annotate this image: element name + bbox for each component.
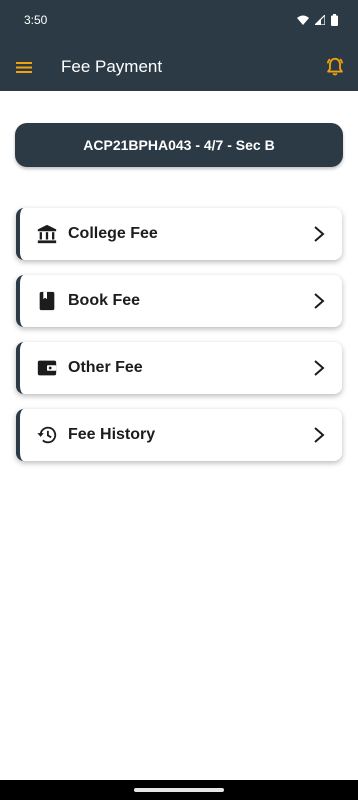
chevron-right-icon — [314, 293, 325, 309]
status-bar: 3:50 — [0, 0, 358, 40]
wallet-icon — [36, 357, 58, 379]
signal-icon — [315, 15, 325, 25]
chevron-right-icon — [314, 427, 325, 443]
book-fee-label: Book Fee — [68, 292, 141, 309]
bank-icon — [36, 223, 58, 245]
other-fee-item[interactable]: Other Fee — [16, 342, 342, 394]
book-fee-item[interactable]: Book Fee — [16, 275, 342, 327]
menu-icon[interactable] — [14, 58, 34, 76]
system-navigation-bar — [0, 780, 358, 800]
status-time: 3:50 — [24, 13, 48, 27]
status-icons — [297, 14, 338, 26]
home-gesture-handle[interactable] — [134, 788, 224, 792]
college-fee-label: College Fee — [68, 225, 158, 242]
student-info-label: ACP21BPHA043 - 4/7 - Sec B — [83, 137, 275, 153]
college-fee-item[interactable]: College Fee — [16, 208, 342, 260]
fee-history-item[interactable]: Fee History — [16, 409, 342, 461]
chevron-right-icon — [314, 360, 325, 376]
chevron-right-icon — [314, 226, 325, 242]
battery-icon — [331, 14, 338, 26]
top-bar: 3:50 Fee Payment — [0, 0, 358, 91]
history-icon — [36, 424, 58, 446]
other-fee-label: Other Fee — [68, 359, 143, 376]
wifi-icon — [297, 15, 309, 25]
book-icon — [36, 290, 58, 312]
student-info-banner: ACP21BPHA043 - 4/7 - Sec B — [15, 123, 343, 167]
notification-bell-icon[interactable] — [324, 56, 346, 78]
page-title: Fee Payment — [61, 57, 163, 76]
fee-history-label: Fee History — [68, 426, 156, 443]
app-bar: Fee Payment — [0, 48, 358, 86]
